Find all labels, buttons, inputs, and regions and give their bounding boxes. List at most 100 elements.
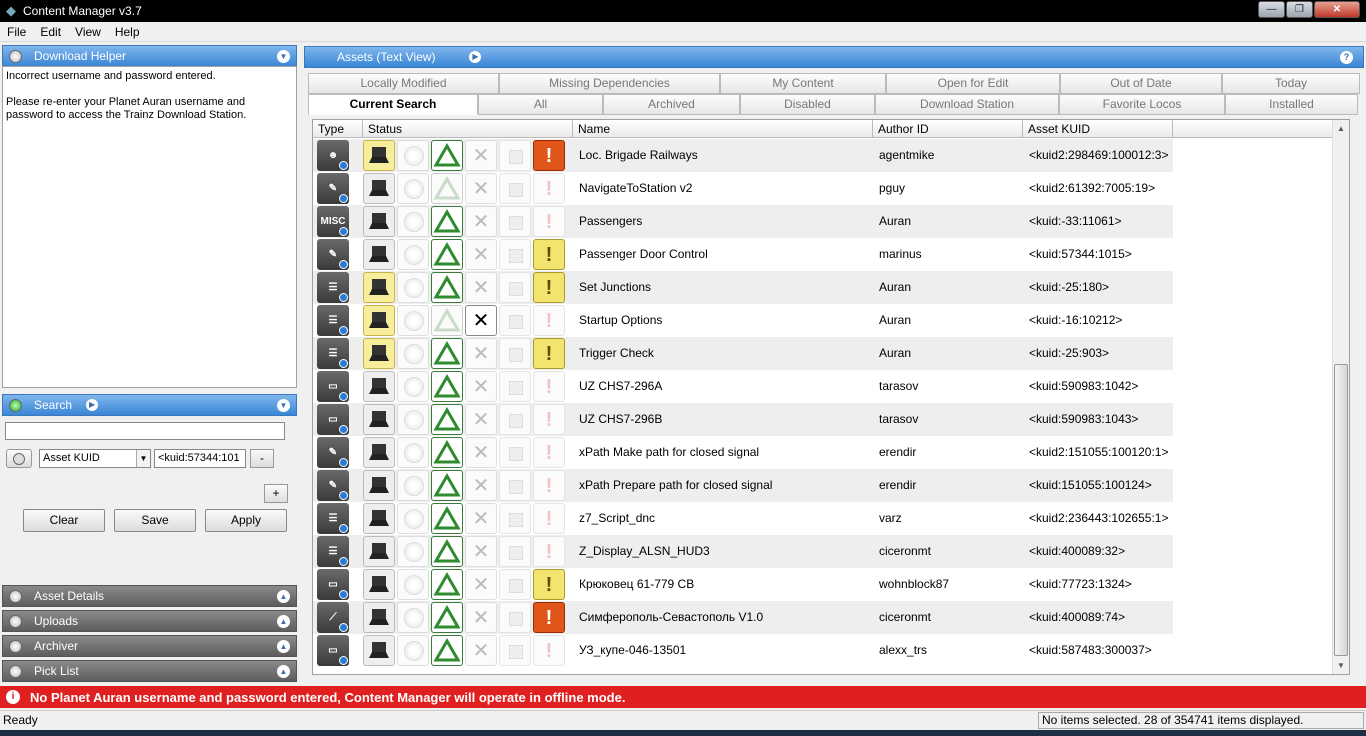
help-icon[interactable]: ? [1340,51,1353,64]
table-row[interactable]: ▭ ✕! Крюковец 61-779 CB wohnblock87 <kuid:77… [313,568,1173,601]
asset-details-header[interactable]: Asset Details ▲ [2,585,297,607]
search-field-select[interactable]: Asset KUID ▼ [39,449,151,468]
dropdown-arrow-icon[interactable]: ▼ [136,450,150,467]
column-type[interactable]: Type [313,120,363,137]
box-status-icon [499,437,531,468]
archiver-header[interactable]: Archiver ▲ [2,635,297,657]
laptop-status-icon [363,272,395,303]
table-row[interactable]: ☰ ✕! Set Junctions Auran <kuid:-25:180> [313,271,1173,304]
table-row[interactable]: ☰ ✕! Z_Display_ALSN_HUD3 ciceronmt <kuid:400… [313,535,1173,568]
asset-kuid: <kuid:-25:180> [1029,280,1110,294]
search-arrow-icon[interactable]: ▶ [86,399,99,411]
asset-name: UZ CHS7-296B [579,412,663,426]
asset-author: alexx_trs [879,643,928,657]
tools-status-icon: ✕ [465,470,497,501]
table-row[interactable]: ✎ ✕! xPath Make path for closed signal eren… [313,436,1173,469]
tab-archived[interactable]: Archived [603,94,740,115]
triangle-status-icon [431,371,463,402]
error-status-icon: ! [533,140,565,171]
info-dot-icon [339,260,348,269]
tab-locally-modified[interactable]: Locally Modified [308,73,499,94]
uploads-header[interactable]: Uploads ▲ [2,610,297,632]
chevron-up-icon[interactable]: ▼ [277,50,290,63]
search-input[interactable] [5,422,285,440]
download-helper-header[interactable]: Download Helper ▼ [2,45,297,67]
expand-icon[interactable]: ▲ [277,590,290,603]
traincar-type-icon: ▭ [317,371,349,402]
tab-open-for-edit[interactable]: Open for Edit [886,73,1060,94]
tab-my-content[interactable]: My Content [720,73,886,94]
expand-icon[interactable]: ▲ [277,665,290,678]
scroll-down-icon[interactable]: ▼ [1333,657,1349,674]
laptop-status-icon [363,404,395,435]
table-row[interactable]: MISC ✕! Passengers Auran <kuid:-33:11061> [313,205,1173,238]
script-type-icon: ✎ [317,239,349,270]
filter-toggle-button[interactable] [6,449,32,468]
menu-edit[interactable]: Edit [33,25,68,39]
left-panel: Download Helper ▼ Incorrect username and… [0,42,300,684]
asset-author: tarasov [879,379,919,393]
tools-status-icon: ✕ [465,206,497,237]
warning-status-icon: ! [533,272,565,303]
asset-author: erendir [879,478,917,492]
tab-missing-dependencies[interactable]: Missing Dependencies [499,73,720,94]
tools-status-icon: ✕ [465,437,497,468]
table-row[interactable]: ⟋ ✕! Симферополь-Севастополь V1.0 ciceronmt… [313,601,1173,634]
tab-today[interactable]: Today [1222,73,1360,94]
save-button[interactable]: Save [114,509,196,532]
pick-list-header[interactable]: Pick List ▲ [2,660,297,682]
laptop-status-icon [363,239,395,270]
tab-out-of-date[interactable]: Out of Date [1060,73,1222,94]
expand-icon[interactable]: ▲ [277,640,290,653]
table-row[interactable]: ☻ ✕! Loc. Brigade Railways agentmike <kuid2:… [313,139,1173,172]
table-row[interactable]: ☰ ✕! z7_Script_dnc varz <kuid2:236443:102655… [313,502,1173,535]
tab-all[interactable]: All [478,94,603,115]
scroll-thumb[interactable] [1334,364,1348,656]
apply-button[interactable]: Apply [205,509,287,532]
tools-status-icon: ✕ [465,602,497,633]
close-button[interactable]: ✕ [1314,1,1360,18]
table-row[interactable]: ☰ ✕! Trigger Check Auran <kuid:-25:903> [313,337,1173,370]
info-dot-icon [339,326,348,335]
table-row[interactable]: ✎ ✕! xPath Prepare path for closed signal e… [313,469,1173,502]
tab-favorite-locos[interactable]: Favorite Locos [1059,94,1225,115]
search-header[interactable]: Search ▶ ▼ [2,394,297,416]
menu-file[interactable]: File [0,25,33,39]
table-row[interactable]: ▭ ✕! UZ CHS7-296A tarasov <kuid:590983:1042> [313,370,1173,403]
search-value-input[interactable]: <kuid:57344:101 [154,449,246,468]
column-name[interactable]: Name [573,120,873,137]
column-status[interactable]: Status [363,120,573,137]
table-row[interactable]: ☰ ✕! Startup Options Auran <kuid:-16:10212> [313,304,1173,337]
tab-installed[interactable]: Installed [1225,94,1358,115]
maximize-button[interactable]: ❐ [1286,1,1313,18]
column-kuid[interactable]: Asset KUID [1023,120,1173,137]
disc-status-icon [397,569,429,600]
clear-button[interactable]: Clear [23,509,105,532]
vertical-scrollbar[interactable]: ▲ ▼ [1332,120,1349,674]
asset-grid: Type Status Name Author ID Asset KUID ☻ ✕… [312,119,1350,675]
chevron-icon[interactable]: ▼ [277,399,290,412]
minimize-button[interactable]: — [1258,1,1285,18]
table-row[interactable]: ✎ ✕! NavigateToStation v2 pguy <kuid2:61392:… [313,172,1173,205]
laptop-status-icon [363,536,395,567]
add-filter-button[interactable]: + [264,484,288,503]
warning-status-icon: ! [533,470,565,501]
expand-icon[interactable]: ▲ [277,615,290,628]
box-status-icon [499,602,531,633]
menu-view[interactable]: View [68,25,108,39]
script-type-icon: ✎ [317,437,349,468]
tab-disabled[interactable]: Disabled [740,94,875,115]
view-arrow-icon[interactable]: ▶ [469,51,482,63]
table-row[interactable]: ✎ ✕! Passenger Door Control marinus <kuid:57… [313,238,1173,271]
scroll-up-icon[interactable]: ▲ [1333,120,1349,137]
box-status-icon [499,470,531,501]
tab-current-search[interactable]: Current Search [308,94,478,115]
table-row[interactable]: ▭ ✕! UZ CHS7-296B tarasov <kuid:590983:1043> [313,403,1173,436]
column-author[interactable]: Author ID [873,120,1023,137]
menu-help[interactable]: Help [108,25,147,39]
remove-filter-button[interactable]: - [250,449,274,468]
table-row[interactable]: ▭ ✕! УЗ_купе-046-13501 alexx_trs <kuid:58748… [313,634,1173,667]
laptop-status-icon [363,635,395,666]
tab-download-station[interactable]: Download Station [875,94,1059,115]
tools-status-icon: ✕ [465,404,497,435]
